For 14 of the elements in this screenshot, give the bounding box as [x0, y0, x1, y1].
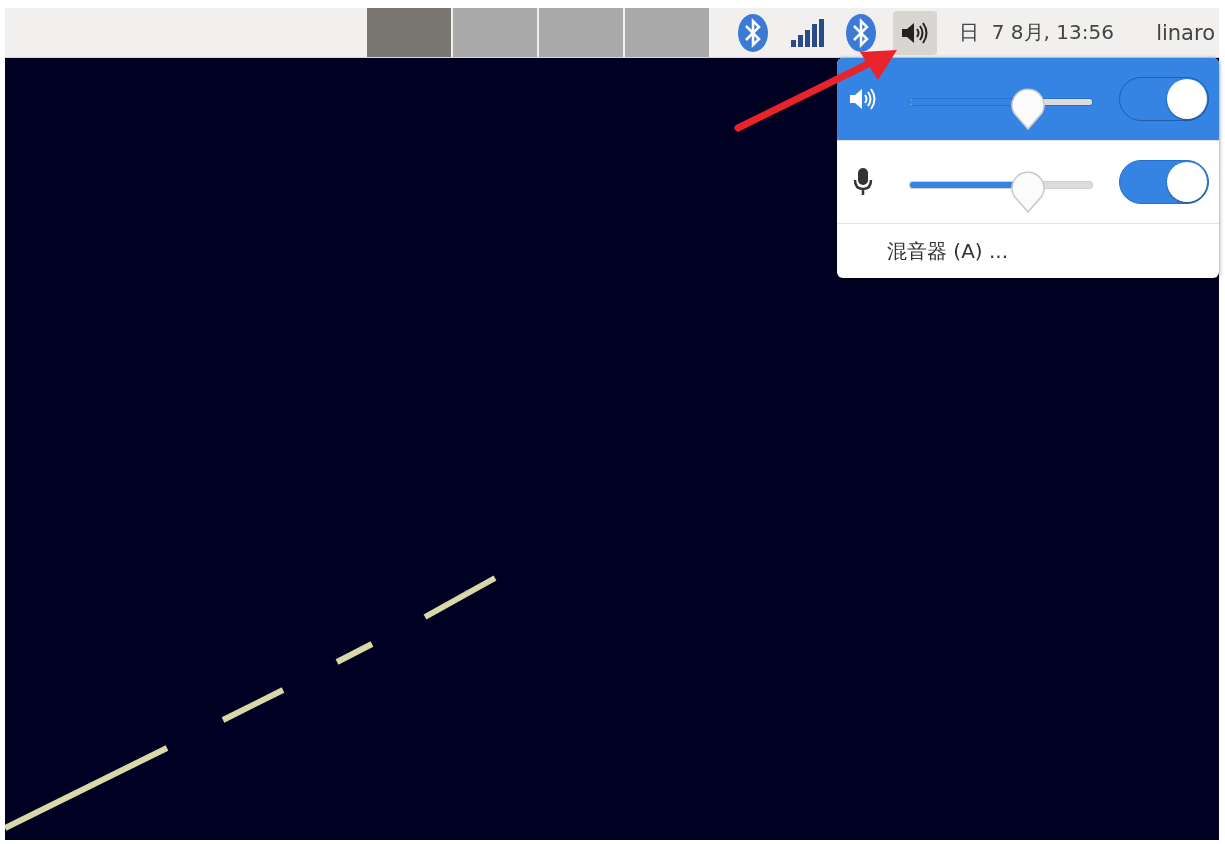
clock[interactable]: 日 7 8月, 13:56: [959, 19, 1114, 46]
microphone-icon: [852, 167, 874, 197]
user-menu[interactable]: linaro: [1156, 20, 1215, 45]
menu-row[interactable]: [837, 141, 1219, 224]
speaker-icon: [849, 87, 877, 111]
signal-icon[interactable]: [790, 17, 824, 48]
bluetooth-icon[interactable]: [737, 12, 769, 53]
volume-icon: [901, 20, 929, 45]
bluetooth-icon[interactable]: [845, 12, 877, 53]
toggle-switch[interactable]: [1119, 160, 1209, 204]
mixer-menu-item[interactable]: 混音器 (A) ...: [837, 224, 1219, 278]
menu-row[interactable]: [837, 58, 1219, 141]
toggle-switch[interactable]: [1119, 77, 1209, 121]
tray-button[interactable]: [893, 10, 937, 55]
